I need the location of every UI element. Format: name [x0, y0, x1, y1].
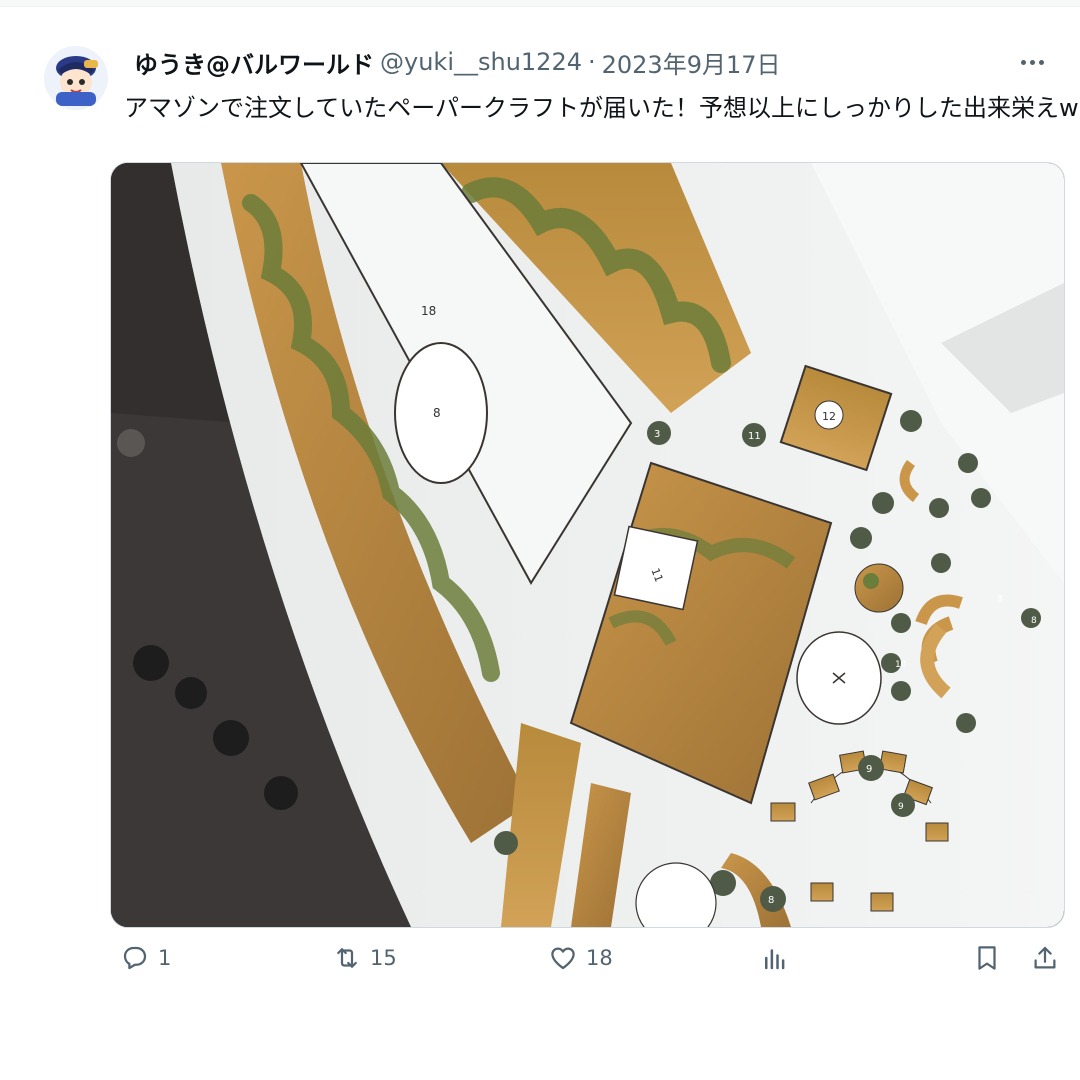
like-button[interactable]: 18	[548, 936, 613, 980]
separator-dot: ·	[587, 48, 596, 76]
part-number: 8	[997, 595, 1003, 605]
tweet-header: ゆうき@バルワールド @yuki__shu1224 · 2023年9月17日	[134, 44, 781, 80]
action-bar: 1 15 18	[0, 936, 1080, 980]
more-icon	[1020, 59, 1026, 65]
part-number: 8	[433, 406, 441, 420]
part-number: 9	[866, 764, 872, 775]
papercraft-photo: 18 8 11 12 3 11 10 9 9 8 8 8	[111, 163, 1064, 927]
reply-button[interactable]: 1	[120, 936, 171, 980]
part-number: 12	[822, 410, 836, 423]
like-count: 18	[586, 946, 613, 970]
share-button[interactable]	[1030, 936, 1060, 980]
bookmark-button[interactable]	[972, 936, 1002, 980]
tweet-text: アマゾンで注文していたペーパークラフトが届いた！予想以上にしっかりした出来栄えw	[124, 94, 1079, 122]
display-name[interactable]: ゆうき@バルワールド	[134, 45, 374, 80]
reply-icon	[123, 946, 147, 970]
bookmark-icon	[978, 946, 996, 970]
top-divider	[0, 0, 1080, 7]
more-options-button[interactable]	[1012, 44, 1052, 80]
part-number: 10	[895, 660, 907, 670]
part-number: 9	[898, 802, 904, 812]
user-handle[interactable]: @yuki__shu1224	[380, 48, 582, 76]
repost-count: 15	[370, 946, 397, 970]
repost-button[interactable]: 15	[332, 936, 397, 980]
post-date[interactable]: 2023年9月17日	[602, 45, 781, 80]
heart-icon	[551, 947, 575, 970]
repost-icon	[337, 948, 357, 968]
part-number: 18	[421, 304, 436, 318]
part-number: 11	[748, 431, 761, 442]
tweet-photo[interactable]: 18 8 11 12 3 11 10 9 9 8 8 8	[110, 162, 1065, 928]
part-number: 8	[768, 895, 774, 906]
reply-count: 1	[158, 946, 172, 970]
avatar-icon	[44, 46, 108, 110]
share-icon	[1034, 946, 1056, 969]
part-number: 3	[654, 429, 660, 440]
views-button[interactable]	[760, 936, 790, 980]
analytics-icon	[765, 949, 785, 970]
avatar[interactable]	[44, 46, 108, 110]
part-number: 8	[1031, 616, 1037, 626]
